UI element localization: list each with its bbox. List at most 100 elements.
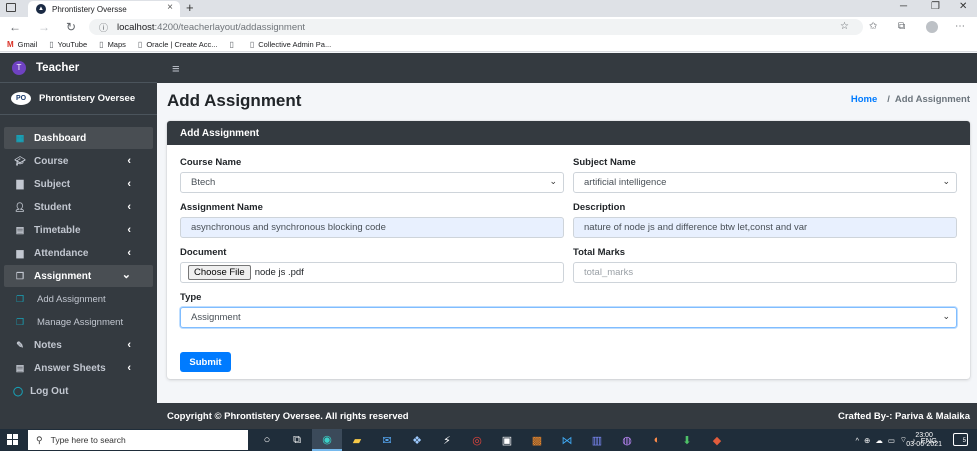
lightning-icon[interactable]: ⚡︎ xyxy=(432,429,462,451)
sidebar-subitem-manage-assignment[interactable]: ❐ Manage Assignment xyxy=(4,311,153,334)
graduation-cap-icon: 🎓︎ xyxy=(14,155,26,166)
description-value: nature of node js and difference btw let… xyxy=(584,222,808,233)
github-desktop-icon[interactable]: ◍ xyxy=(612,429,642,451)
chevron-up-icon[interactable]: ^ xyxy=(856,436,860,445)
window-menu-icon[interactable] xyxy=(6,3,16,12)
bookmark-untitled[interactable]: ▯ xyxy=(229,40,237,49)
assignment-name-input[interactable]: asynchronous and synchronous blocking co… xyxy=(180,217,564,238)
brand-text: Teacher xyxy=(36,61,80,74)
taskbar: ⚲ Type here to search ○ ⧉ ◉ ▰ ✉ ❖ ⚡︎ ◎ ▣… xyxy=(0,429,977,451)
task-view-icon[interactable]: ⧉ xyxy=(282,429,312,451)
bookmark-oracle[interactable]: ▯ Oracle | Create Acc... xyxy=(138,40,218,49)
taskbar-clock[interactable]: 23:00 03-06-2021 xyxy=(906,431,942,449)
description-input[interactable]: nature of node js and difference btw let… xyxy=(573,217,957,238)
course-name-select[interactable]: Btech ⌄ xyxy=(180,172,564,193)
user-icon: 👤︎ xyxy=(14,201,26,212)
cortana-icon[interactable]: ○ xyxy=(252,429,282,451)
visual-studio-icon[interactable]: ▥ xyxy=(582,429,612,451)
sidebar-item-student[interactable]: 👤︎ Student ‹ xyxy=(4,196,153,218)
breadcrumb: Home / Add Assignment xyxy=(851,94,970,105)
sidebar-item-dashboard[interactable]: ▦ Dashboard xyxy=(4,127,153,149)
page-icon: ▯ xyxy=(229,39,234,49)
site-favicon-icon: ▲ xyxy=(36,4,46,14)
dashboard-icon: ▦ xyxy=(15,132,25,143)
vscode-icon[interactable]: ⋈ xyxy=(552,429,582,451)
sidebar-item-timetable[interactable]: ▤ Timetable ‹ xyxy=(4,219,153,241)
document-file-input[interactable]: Choose File node js .pdf xyxy=(180,262,564,283)
url-input[interactable]: ⓘ localhost:4200/teacherlayout/addassign… xyxy=(89,19,863,35)
brand-link[interactable]: T Teacher xyxy=(0,53,157,83)
mail-icon[interactable]: ✉ xyxy=(372,429,402,451)
bookmarks-bar: M Gmail ▯ YouTube ▯ Maps ▯ Oracle | Create A… xyxy=(0,37,977,52)
chevron-left-icon: ‹ xyxy=(127,247,131,259)
assignment-name-value: asynchronous and synchronous blocking co… xyxy=(191,222,386,233)
chevron-down-icon: ⌄ xyxy=(942,176,950,186)
collections-icon[interactable]: ⧉ xyxy=(898,21,905,32)
taskbar-search-input[interactable]: ⚲ Type here to search xyxy=(28,430,248,450)
course-name-label: Course Name xyxy=(180,157,242,168)
sidebar-item-label: Timetable xyxy=(34,224,81,236)
powerpoint-icon[interactable]: ◆ xyxy=(702,429,732,451)
choose-file-button[interactable]: Choose File xyxy=(188,265,251,280)
sidebar-item-logout[interactable]: ◯ Log Out xyxy=(0,380,157,402)
copy-icon: ❐ xyxy=(15,270,25,281)
postman-icon[interactable]: ◐ xyxy=(642,429,672,451)
dropbox-icon[interactable]: ❖ xyxy=(402,429,432,451)
hamburger-menu-icon[interactable]: ≡ xyxy=(172,61,180,76)
tab-close-icon[interactable]: × xyxy=(167,2,173,13)
user-panel[interactable]: PO Phrontistery Oversee xyxy=(0,83,157,115)
sidebar-subitem-label: Manage Assignment xyxy=(37,317,124,328)
subject-name-select[interactable]: artificial intelligence ⌄ xyxy=(573,172,957,193)
chevron-left-icon: ‹ xyxy=(127,362,131,374)
sidebar-item-subject[interactable]: ▇ Subject ‹ xyxy=(4,173,153,195)
browser-tab[interactable]: ▲ Phrontistery Oversse × xyxy=(28,1,180,17)
bookmark-star-icon[interactable]: ☆ xyxy=(840,21,849,32)
clock-time: 23:00 xyxy=(915,432,933,439)
favorites-icon[interactable]: ✩ xyxy=(869,21,877,32)
bookmark-maps[interactable]: ▯ Maps xyxy=(99,40,126,49)
circle-icon: ◯ xyxy=(13,385,24,396)
file-explorer-icon[interactable]: ▰ xyxy=(342,429,372,451)
total-marks-input[interactable]: total_marks xyxy=(573,262,957,283)
maximize-icon[interactable]: ❐ xyxy=(931,1,940,12)
chrome-icon[interactable]: ◎ xyxy=(462,429,492,451)
chevron-down-icon: ⌄ xyxy=(549,176,557,186)
cloud-icon[interactable]: ☁︎ xyxy=(875,436,883,445)
new-tab-button[interactable]: + xyxy=(186,0,194,15)
terminal-icon[interactable]: ▣ xyxy=(492,429,522,451)
url-host: localhost xyxy=(117,21,155,33)
close-window-icon[interactable]: ✕ xyxy=(959,1,967,12)
sidebar-item-answer-sheets[interactable]: ▤ Answer Sheets ‹ xyxy=(4,357,153,379)
type-label: Type xyxy=(180,292,202,303)
breadcrumb-home[interactable]: Home xyxy=(851,94,877,105)
bookmark-label: Collective Admin Pa... xyxy=(258,39,332,49)
bookmark-label: Gmail xyxy=(17,39,38,49)
edge-browser-icon[interactable]: ◉ xyxy=(312,429,342,451)
notification-center-icon[interactable]: 5 xyxy=(953,433,968,446)
submit-button[interactable]: Submit xyxy=(180,352,231,372)
sidebar-subitem-add-assignment[interactable]: ❐ Add Assignment xyxy=(4,288,153,311)
sidebar-item-notes[interactable]: ✎ Notes ‹ xyxy=(4,334,153,356)
back-arrow-icon[interactable]: ← xyxy=(9,20,21,34)
sidebar-item-attendance[interactable]: ▆ Attendance ‹ xyxy=(4,242,153,264)
windows-start-icon[interactable] xyxy=(7,434,18,445)
xampp-icon[interactable]: ▩ xyxy=(522,429,552,451)
minimize-icon[interactable]: ─ xyxy=(900,1,907,12)
download-icon[interactable]: ⬇ xyxy=(672,429,702,451)
bookmark-youtube[interactable]: ▯ YouTube xyxy=(49,40,87,49)
network-icon[interactable]: ⊕ xyxy=(864,436,870,445)
site-info-icon[interactable]: ⓘ xyxy=(99,21,108,34)
profile-avatar[interactable] xyxy=(926,21,938,33)
bookmark-collective-admin[interactable]: ▯ Collective Admin Pa... xyxy=(250,40,331,49)
more-menu-icon[interactable]: ⋯ xyxy=(955,21,965,32)
sidebar-item-assignment[interactable]: ❐ Assignment ⌄ xyxy=(4,265,153,287)
battery-icon[interactable]: ▭ xyxy=(888,436,895,445)
file-icon: ▇ xyxy=(16,178,24,189)
sidebar-item-label: Student xyxy=(34,201,72,213)
forward-arrow-icon[interactable]: → xyxy=(38,20,50,34)
reload-icon[interactable]: ↻ xyxy=(66,20,76,34)
bookmark-gmail[interactable]: M Gmail xyxy=(7,40,37,49)
browser-tab-bar: ▲ Phrontistery Oversse × + ─ ❐ ✕ xyxy=(0,0,977,17)
sidebar-item-course[interactable]: 🎓︎ Course ‹ xyxy=(4,150,153,172)
type-select[interactable]: Assignment ⌄ xyxy=(180,307,957,328)
